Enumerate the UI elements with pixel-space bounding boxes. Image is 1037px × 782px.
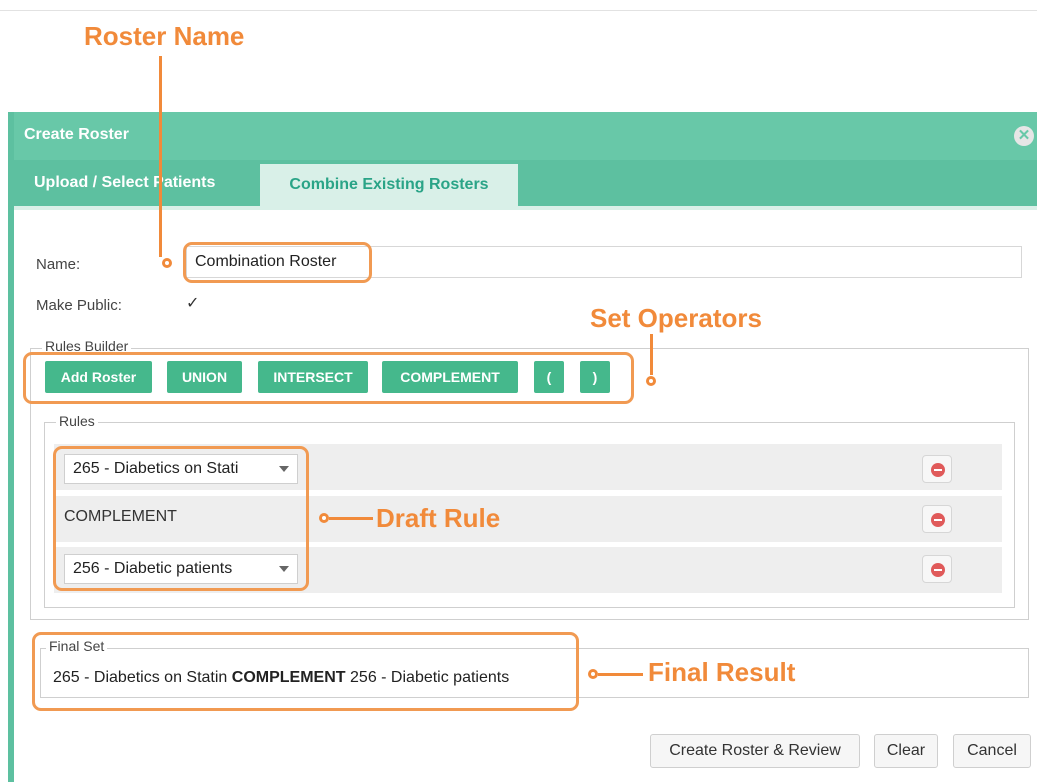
page-top-border [0,0,1037,11]
annotation-dot [319,513,329,523]
tab-upload-select-patients[interactable]: Upload / Select Patients [14,160,258,206]
remove-rule-button[interactable] [922,555,952,583]
name-label: Name: [36,256,81,273]
annotation-box-final-result [32,632,579,711]
remove-rule-button[interactable] [922,505,952,533]
close-icon[interactable]: ✕ [1014,126,1034,146]
annotation-box-draft-rule [53,446,309,591]
remove-icon [931,513,945,527]
annotation-dot [646,376,656,386]
annotation-dot [162,258,172,268]
annotation-draft-rule: Draft Rule [376,503,501,533]
tab-combine-existing-rosters[interactable]: Combine Existing Rosters [260,164,518,206]
annotation-box-name [183,242,372,283]
make-public-label: Make Public: [36,297,122,314]
create-roster-review-button[interactable]: Create Roster & Review [650,734,860,768]
annotation-line [598,673,643,676]
annotation-dot [588,669,598,679]
annotation-final-result: Final Result [648,657,796,687]
rules-legend: Rules [56,413,98,429]
annotation-line [650,334,653,375]
annotation-line [159,56,162,257]
annotation-line [329,517,373,520]
clear-button[interactable]: Clear [874,734,938,768]
cancel-button[interactable]: Cancel [953,734,1031,768]
make-public-checkbox[interactable]: ✓ [186,296,202,312]
remove-icon [931,463,945,477]
dialog-titlebar [14,112,1037,160]
annotation-roster-name: Roster Name [84,21,245,51]
dialog-title: Create Roster [24,126,129,143]
annotation-box-operators [23,352,634,404]
remove-rule-button[interactable] [922,455,952,483]
annotation-set-operators: Set Operators [590,303,762,333]
remove-icon [931,563,945,577]
tab-underline [14,206,1037,210]
